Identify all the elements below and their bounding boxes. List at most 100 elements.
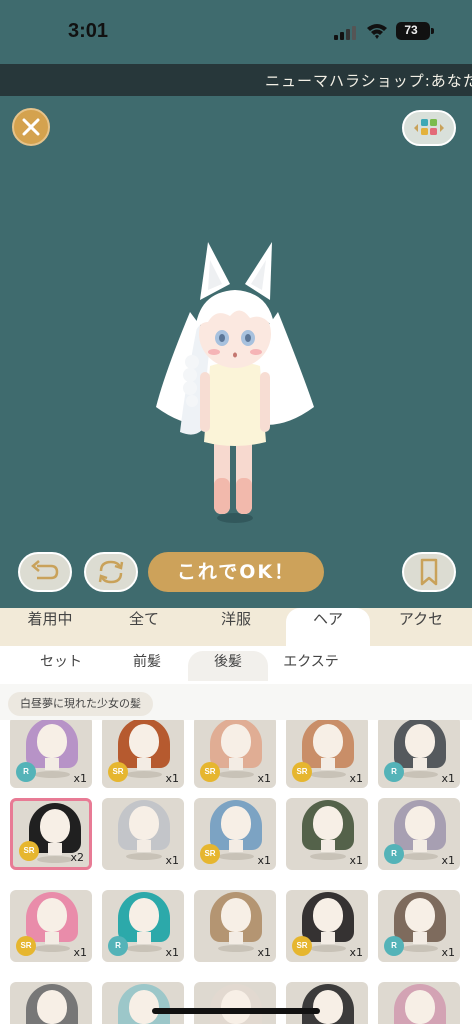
rarity-badge: SR: [19, 841, 39, 861]
mannequin-head: [405, 724, 435, 758]
subtab-back-hair[interactable]: 後髪: [188, 651, 268, 681]
tab-clothes[interactable]: 洋服: [188, 608, 284, 646]
wifi-icon: [367, 24, 387, 39]
mannequin-head: [37, 898, 67, 932]
mannequin-head: [405, 990, 435, 1024]
layout-menu-button[interactable]: [402, 110, 456, 146]
rarity-badge: SR: [292, 762, 312, 782]
mannequin-head: [405, 898, 435, 932]
hair-item[interactable]: SR x1: [102, 720, 184, 788]
mannequin-head: [37, 724, 67, 758]
mannequin-neck: [229, 932, 243, 944]
item-count: x1: [165, 772, 179, 785]
hair-item[interactable]: SR x1: [10, 890, 92, 962]
tab-wearing[interactable]: 着用中: [0, 608, 100, 646]
refresh-icon: [98, 560, 124, 584]
hair-item[interactable]: Rx1: [378, 720, 460, 788]
hair-item[interactable]: Rx1: [102, 890, 184, 962]
mannequin-stand: [310, 771, 346, 778]
mannequin-neck: [413, 758, 427, 770]
hair-item[interactable]: [102, 982, 184, 1024]
tab-hair[interactable]: ヘア: [286, 608, 370, 646]
mannequin-head: [313, 898, 343, 932]
item-count: x1: [257, 772, 271, 785]
hair-item[interactable]: x1: [194, 890, 276, 962]
rarity-badge: R: [384, 844, 404, 864]
hair-subtabs: セット 前髪 後髪 エクステ: [0, 646, 472, 684]
hair-item[interactable]: SR x1: [194, 720, 276, 788]
mannequin-neck: [229, 758, 243, 770]
rotate-button[interactable]: [84, 552, 138, 592]
home-indicator[interactable]: [152, 1008, 320, 1014]
hair-item[interactable]: Rx1: [378, 890, 460, 962]
mannequin-neck: [45, 758, 59, 770]
close-button[interactable]: [12, 108, 50, 146]
hair-item[interactable]: [10, 982, 92, 1024]
mannequin-neck: [137, 840, 151, 852]
hair-item[interactable]: [378, 982, 460, 1024]
mannequin-neck: [321, 758, 335, 770]
item-count: x1: [349, 946, 363, 959]
item-count: x1: [257, 946, 271, 959]
mannequin-stand: [126, 853, 162, 860]
mannequin-neck: [321, 840, 335, 852]
mannequin-neck: [413, 932, 427, 944]
mannequin-stand: [126, 771, 162, 778]
mannequin-head: [313, 806, 343, 840]
mannequin-stand: [34, 945, 70, 952]
battery-level: 73: [404, 23, 418, 37]
avatar-character: [156, 242, 314, 523]
rarity-badge: R: [16, 762, 36, 782]
mannequin-head: [129, 724, 159, 758]
category-tabs: 着用中 全て 洋服 ヘア アクセ: [0, 608, 472, 646]
tab-accessories[interactable]: アクセ: [372, 608, 470, 646]
item-count: x1: [257, 854, 271, 867]
mannequin-head: [129, 990, 159, 1024]
tab-all[interactable]: 全て: [96, 608, 192, 646]
mannequin-stand: [218, 945, 254, 952]
hair-item[interactable]: SR x2: [10, 798, 92, 870]
bookmark-button[interactable]: [402, 552, 456, 592]
subtab-extensions[interactable]: エクステ: [270, 651, 352, 681]
rarity-badge: SR: [108, 762, 128, 782]
hair-item[interactable]: Rx1: [10, 720, 92, 788]
mannequin-neck: [321, 932, 335, 944]
mannequin-stand: [310, 945, 346, 952]
mannequin-neck: [137, 758, 151, 770]
item-count: x2: [70, 851, 84, 864]
mannequin-head: [221, 724, 251, 758]
undo-button[interactable]: [18, 552, 72, 592]
shop-ticker[interactable]: ニューマハラショップ:あなたの: [0, 64, 472, 96]
item-count: x1: [73, 772, 87, 785]
item-count: x1: [73, 946, 87, 959]
rarity-badge: SR: [16, 936, 36, 956]
hair-item[interactable]: x1: [102, 798, 184, 870]
undo-icon: [31, 560, 59, 580]
confirm-outfit-button[interactable]: これでOK！: [148, 552, 324, 592]
hair-item[interactable]: x1: [286, 798, 368, 870]
rarity-badge: SR: [200, 762, 220, 782]
rarity-badge: SR: [200, 844, 220, 864]
color-grid-icon: [414, 119, 444, 135]
mannequin-stand: [37, 856, 73, 863]
subtab-set[interactable]: セット: [20, 651, 102, 681]
hair-item[interactable]: SR x1: [286, 890, 368, 962]
hair-item[interactable]: SR x1: [286, 720, 368, 788]
mannequin-stand: [218, 771, 254, 778]
mannequin-head: [313, 990, 343, 1024]
ticker-text: ニューマハラショップ:あなたの: [265, 72, 472, 90]
status-time: 3:01: [68, 20, 109, 42]
mannequin-stand: [34, 771, 70, 778]
hair-item[interactable]: [286, 982, 368, 1024]
hair-item[interactable]: SR x1: [194, 798, 276, 870]
rarity-badge: SR: [292, 936, 312, 956]
mannequin-head: [37, 990, 67, 1024]
mannequin-head: [40, 809, 70, 843]
close-icon: [22, 118, 40, 136]
mannequin-head: [313, 724, 343, 758]
item-count: x1: [349, 772, 363, 785]
subtab-front-hair[interactable]: 前髪: [106, 651, 188, 681]
mannequin-neck: [45, 932, 59, 944]
hair-item[interactable]: [194, 982, 276, 1024]
hair-item[interactable]: Rx1: [378, 798, 460, 870]
